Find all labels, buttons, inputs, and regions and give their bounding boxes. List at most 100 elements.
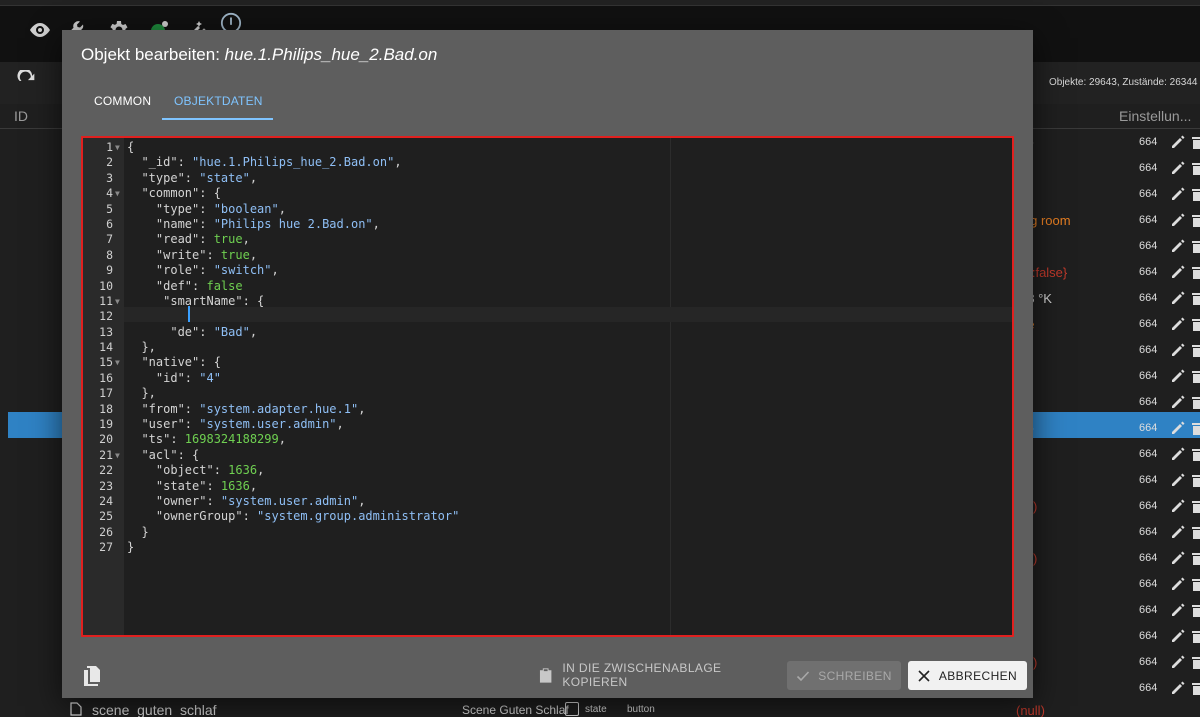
pencil-icon[interactable] — [1171, 135, 1185, 149]
fold-toggle-icon[interactable]: ▼ — [115, 355, 120, 370]
line-number: 1 — [106, 140, 113, 154]
pencil-icon[interactable] — [1171, 629, 1185, 643]
column-header-id[interactable]: ID — [14, 108, 28, 124]
eye-icon[interactable] — [28, 18, 52, 42]
pencil-icon[interactable] — [1171, 525, 1185, 539]
line-number: 10 — [99, 278, 113, 293]
pencil-icon[interactable] — [1171, 603, 1185, 617]
copy-to-clipboard-button[interactable]: IN DIE ZWISCHENABLAGE KOPIEREN — [535, 661, 780, 689]
dialog-object-id: hue.1.Philips_hue_2.Bad.on — [224, 45, 438, 64]
trash-icon[interactable] — [1192, 317, 1200, 331]
row-permission: 664 — [1139, 578, 1158, 590]
trash-icon[interactable] — [1192, 603, 1200, 617]
row-role: button — [627, 704, 655, 715]
tab-objektdaten[interactable]: OBJEKTDATEN — [174, 94, 263, 108]
pencil-icon[interactable] — [1171, 551, 1185, 565]
check-icon — [797, 670, 810, 681]
pencil-icon[interactable] — [1171, 369, 1185, 383]
clipboard-icon — [539, 668, 552, 683]
pencil-icon[interactable] — [1171, 239, 1185, 253]
code-token: "state": — [127, 478, 221, 493]
line-number: 5 — [106, 201, 113, 216]
code-token: "Bad" — [213, 324, 250, 339]
trash-icon[interactable] — [1192, 291, 1200, 305]
code-text: "smartName": { — [127, 294, 264, 309]
trash-icon[interactable] — [1192, 577, 1200, 591]
trash-icon[interactable] — [1192, 395, 1200, 409]
trash-icon[interactable] — [1192, 629, 1200, 643]
code-token: "from": — [127, 401, 200, 416]
pencil-icon[interactable] — [1171, 395, 1185, 409]
trash-icon[interactable] — [1192, 525, 1200, 539]
code-text: "owner": "system.user.admin", — [127, 493, 366, 509]
fold-toggle-icon[interactable]: ▼ — [115, 140, 120, 155]
code-token: "system.user.admin" — [199, 417, 337, 432]
code-text: "type": "boolean", — [127, 202, 286, 217]
code-text: "read": true, — [127, 232, 250, 247]
fold-toggle-icon[interactable]: ▼ — [115, 186, 120, 201]
pencil-icon[interactable] — [1171, 187, 1185, 201]
json-editor[interactable]: 1 ▼{2 "_id": "hue.1.Philips_hue_2.Bad.on"… — [81, 136, 1014, 637]
pencil-icon[interactable] — [1171, 655, 1185, 669]
pencil-icon[interactable] — [1171, 447, 1185, 461]
pencil-icon[interactable] — [1171, 343, 1185, 357]
code-text: "name": "Philips hue 2.Bad.on", — [127, 217, 380, 232]
pencil-icon[interactable] — [1171, 265, 1185, 279]
code-token: "switch" — [213, 263, 272, 278]
cancel-button[interactable]: ABBRECHEN — [908, 661, 1027, 690]
fold-toggle-icon[interactable]: ▼ — [115, 448, 120, 463]
tab-common[interactable]: COMMON — [94, 94, 151, 108]
pencil-icon[interactable] — [1171, 421, 1185, 435]
trash-icon[interactable] — [1192, 369, 1200, 383]
code-token: "write": — [127, 247, 221, 262]
trash-icon[interactable] — [1192, 135, 1200, 149]
row-permission: 664 — [1139, 188, 1158, 200]
copy-icon[interactable] — [84, 666, 102, 686]
line-number: 11 — [99, 293, 113, 308]
code-text: "_id": "hue.1.Philips_hue_2.Bad.on", — [127, 155, 401, 170]
code-token: "owner": — [127, 493, 221, 508]
trash-icon[interactable] — [1192, 265, 1200, 279]
row-description: Scene Guten Schlaf — [462, 703, 569, 717]
text-cursor — [188, 306, 190, 322]
trash-icon[interactable] — [1192, 161, 1200, 175]
row-permission: 664 — [1139, 162, 1158, 174]
refresh-icon[interactable] — [16, 70, 38, 92]
pencil-icon[interactable] — [1171, 499, 1185, 513]
code-token: } — [127, 524, 149, 539]
file-icon — [70, 702, 82, 716]
code-token: false — [206, 278, 243, 293]
trash-icon[interactable] — [1192, 473, 1200, 487]
code-text: } — [127, 524, 149, 540]
trash-icon[interactable] — [1192, 239, 1200, 253]
pencil-icon[interactable] — [1171, 577, 1185, 591]
code-token: , — [278, 432, 286, 447]
trash-icon[interactable] — [1192, 187, 1200, 201]
trash-icon[interactable] — [1192, 655, 1200, 669]
code-text: }, — [127, 340, 155, 355]
trash-icon[interactable] — [1192, 551, 1200, 565]
pencil-icon[interactable] — [1171, 291, 1185, 305]
pencil-icon[interactable] — [1171, 473, 1185, 487]
row-permission: 664 — [1139, 240, 1158, 252]
pencil-icon[interactable] — [1171, 161, 1185, 175]
column-header-settings[interactable]: Einstellun... — [1119, 108, 1191, 124]
trash-icon[interactable] — [1192, 421, 1200, 435]
trash-icon[interactable] — [1192, 447, 1200, 461]
trash-icon[interactable] — [1192, 499, 1200, 513]
fold-toggle-icon[interactable]: ▼ — [115, 294, 120, 309]
code-text: "type": "state", — [127, 171, 257, 186]
pencil-icon[interactable] — [1171, 681, 1185, 695]
pencil-icon[interactable] — [1171, 213, 1185, 227]
row-permission: 664 — [1139, 604, 1158, 616]
trash-icon[interactable] — [1192, 343, 1200, 357]
trash-icon[interactable] — [1192, 681, 1200, 695]
write-button[interactable]: SCHREIBEN — [787, 661, 901, 690]
pencil-icon[interactable] — [1171, 317, 1185, 331]
code-token: "ownerGroup": — [127, 509, 258, 524]
object-counts: Objekte: 29643, Zustände: 26344 — [1049, 77, 1198, 88]
line-number: 18 — [99, 401, 113, 416]
dialog-title: Objekt bearbeiten: hue.1.Philips_hue_2.B… — [81, 45, 438, 64]
code-token: "read": — [127, 232, 214, 247]
trash-icon[interactable] — [1192, 213, 1200, 227]
